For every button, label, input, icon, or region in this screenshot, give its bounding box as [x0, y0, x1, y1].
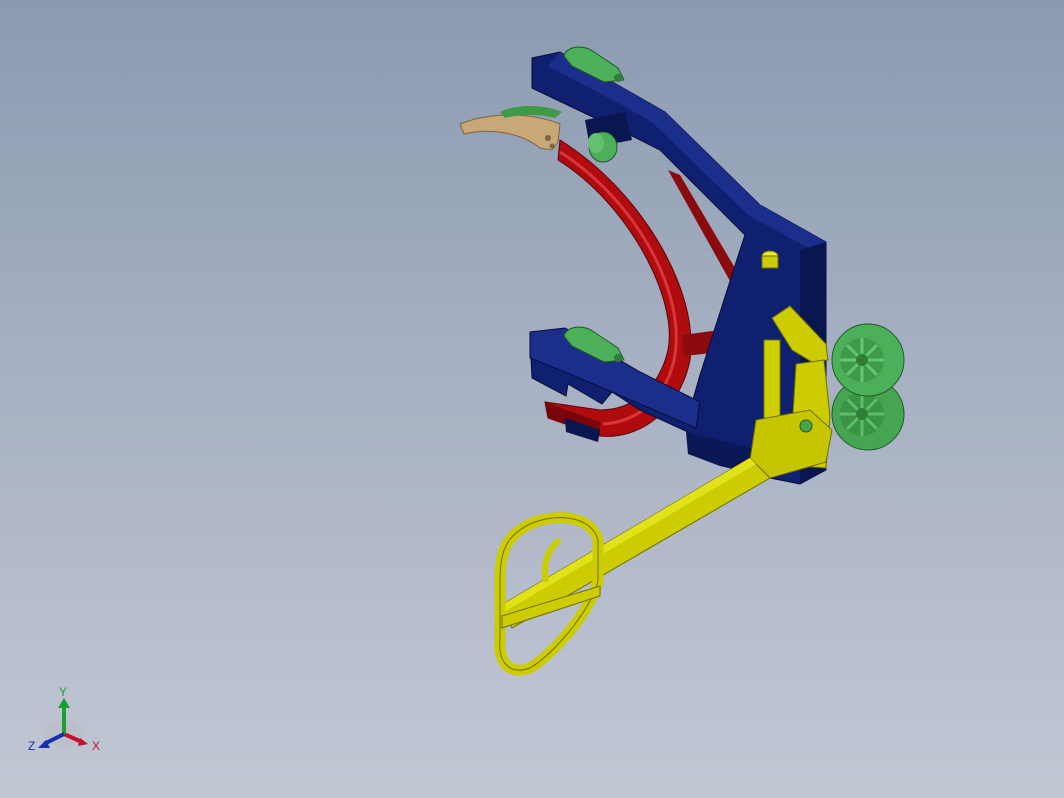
green-cylinder[interactable] [588, 131, 618, 163]
coordinate-triad[interactable]: X Y Z [24, 682, 108, 762]
y-axis-label: Y [59, 685, 67, 699]
rear-wheel[interactable] [831, 323, 905, 397]
y-arrow-head [58, 698, 70, 708]
pivot-collar [799, 419, 813, 433]
yellow-handle[interactable] [494, 250, 833, 676]
x-axis-label: X [92, 739, 100, 753]
graphics-viewport[interactable]: X Y Z [0, 0, 1064, 798]
tan-jaw[interactable] [459, 114, 561, 151]
z-axis-label: Z [28, 739, 35, 753]
3d-model-render[interactable] [0, 0, 1064, 798]
